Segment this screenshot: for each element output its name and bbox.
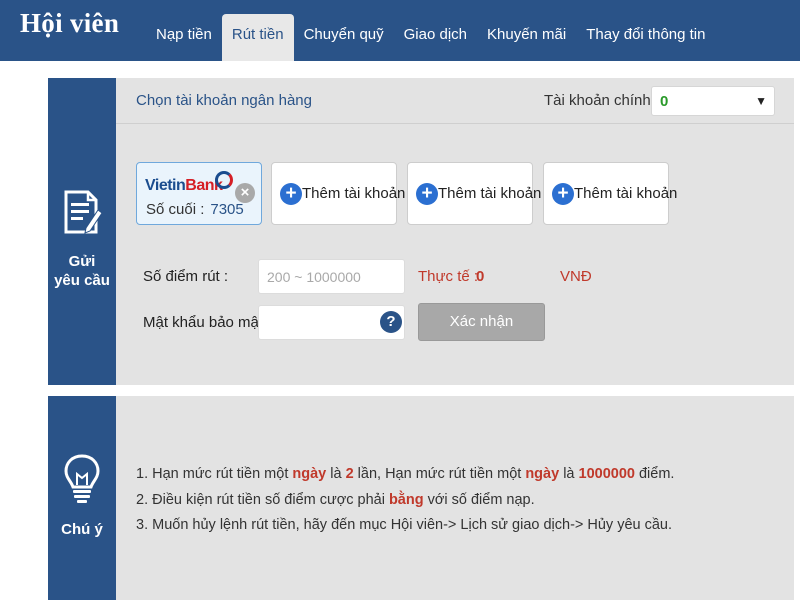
add-account-label: Thêm tài khoản [302,185,406,202]
confirm-button[interactable]: Xác nhận [418,303,545,341]
notes-sidebar: Chú ý [48,396,116,600]
main-account-value: 0 [660,93,669,110]
note1-text-c: là [326,466,346,482]
notes-panel: Chú ý 1. Hạn mức rút tiền một ngày là 2 … [48,396,794,600]
nav-thay-doi-thong-tin[interactable]: Thay đổi thông tin [576,14,715,61]
note1-text-i: điểm. [634,466,675,482]
account-select-header: Chọn tài khoản ngân hàng Tài khoản chính… [116,78,794,124]
notes-side-label: Chú ý [61,521,103,538]
nav-giao-dich[interactable]: Giao dịch [394,14,477,61]
request-sidebar: Gửi yêu cầu [48,78,116,385]
dropdown-arrow-icon: ▼ [755,94,767,108]
add-account-label: Thêm tài khoản [574,185,678,202]
main-nav: Nạp tiền Rút tiền Chuyển quỹ Giao dịch K… [146,14,715,61]
note1-highlight-d: 2 [345,466,354,482]
document-edit-icon [64,190,102,234]
last-digits-value: 7305 [210,201,244,218]
password-label: Mật khẩu bảo mật : [143,314,272,331]
note-item-2: 2. Điều kiện rút tiền số điểm cược phải … [136,488,674,514]
note2-text-a: 2. Điều kiện rút tiền số điểm cược phải [136,491,389,508]
request-side-label: Gửi yêu cầu [48,252,116,290]
actual-label: Thực tế : [418,268,479,285]
bank-name-part1: Vietin [145,177,186,194]
plus-icon: + [280,183,302,205]
nav-nap-tien[interactable]: Nạp tiền [146,14,222,61]
note1-text-g: là [559,466,579,482]
nav-chuyen-quy[interactable]: Chuyển quỹ [294,14,394,61]
actual-value: 0 [476,268,485,285]
note1-text-e: lần, Hạn mức rút tiền một [353,466,526,482]
close-icon[interactable]: × [235,183,255,203]
withdraw-request-panel: Gửi yêu cầu Chọn tài khoản ngân hàng Tài… [48,78,794,385]
last-digits-label: Số cuối : [146,201,205,218]
add-account-card-2[interactable]: + Thêm tài khoản [407,162,541,225]
security-password-input[interactable]: ? [258,305,405,340]
question-icon[interactable]: ? [380,311,402,333]
note1-highlight-b: ngày [292,466,327,482]
notes-list: 1. Hạn mức rút tiền một ngày là 2 lần, H… [136,462,674,539]
note2-text-c: với số điểm nạp. [423,491,535,508]
header-bar: Hội viên Nạp tiền Rút tiền Chuyển quỹ Gi… [0,0,800,61]
request-side-label-line1: Gửi [68,253,96,270]
add-account-card-1[interactable]: + Thêm tài khoản [271,162,405,225]
nav-khuyen-mai[interactable]: Khuyến mãi [477,14,576,61]
amount-label: Số điểm rút : [143,268,229,285]
lightbulb-icon [64,454,100,503]
bank-logo-mark-icon [215,171,233,189]
bank-card-vietinbank[interactable]: VietinBank × Số cuối : 7305 [136,162,262,225]
nav-rut-tien[interactable]: Rút tiền [221,14,294,61]
note1-highlight-h: 1000000 [578,466,635,482]
choose-bank-title: Chọn tài khoản ngân hàng [136,92,312,109]
note-item-3: 3. Muốn hủy lệnh rút tiền, hãy đến mục H… [136,517,673,533]
vietinbank-logo: VietinBank [145,177,223,195]
note-item-1: 1. Hạn mức rút tiền một ngày là 2 lần, H… [136,462,674,488]
add-account-label: Thêm tài khoản [438,185,542,202]
note1-highlight-f: ngày [525,466,560,482]
main-account-select[interactable]: 0 ▼ [651,86,775,116]
brand-title: Hội viên [20,8,120,38]
currency-label: VNĐ [560,268,592,285]
note2-highlight-b: bằng [388,491,424,508]
note1-text-a: 1. Hạn mức rút tiền một [136,466,293,482]
main-account-label: Tài khoản chính : [544,92,660,109]
amount-input[interactable]: 200 ~ 1000000 [258,259,405,294]
amount-placeholder: 200 ~ 1000000 [267,269,361,285]
plus-icon: + [416,183,438,205]
last-digits-row: Số cuối : 7305 [146,201,244,218]
plus-icon: + [552,183,574,205]
add-account-card-3[interactable]: + Thêm tài khoản [543,162,677,225]
request-side-label-line2: yêu cầu [54,272,110,289]
